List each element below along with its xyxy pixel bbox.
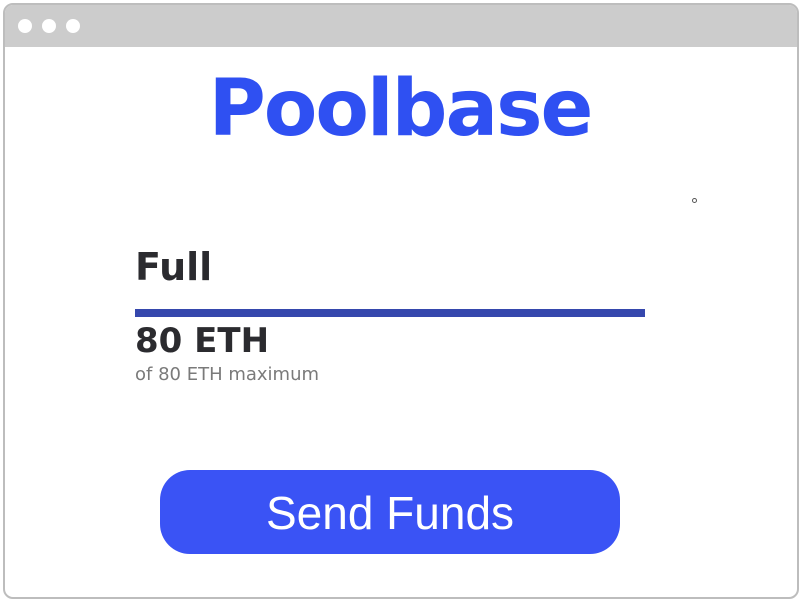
decorative-dot [692,198,697,203]
pool-status: Full [135,245,213,289]
send-funds-button[interactable]: Send Funds [160,470,620,554]
poolbase-logo: Poolbase [208,64,594,154]
maximum-amount: of 80 ETH maximum [135,364,320,385]
window-control-dot[interactable] [18,19,32,33]
raised-amount: 80 ETH [135,321,270,361]
funding-progress-fill [135,309,645,317]
funding-progress-bar [135,309,645,317]
window-titlebar [5,5,797,47]
window-control-dot[interactable] [42,19,56,33]
window-control-dot[interactable] [66,19,80,33]
